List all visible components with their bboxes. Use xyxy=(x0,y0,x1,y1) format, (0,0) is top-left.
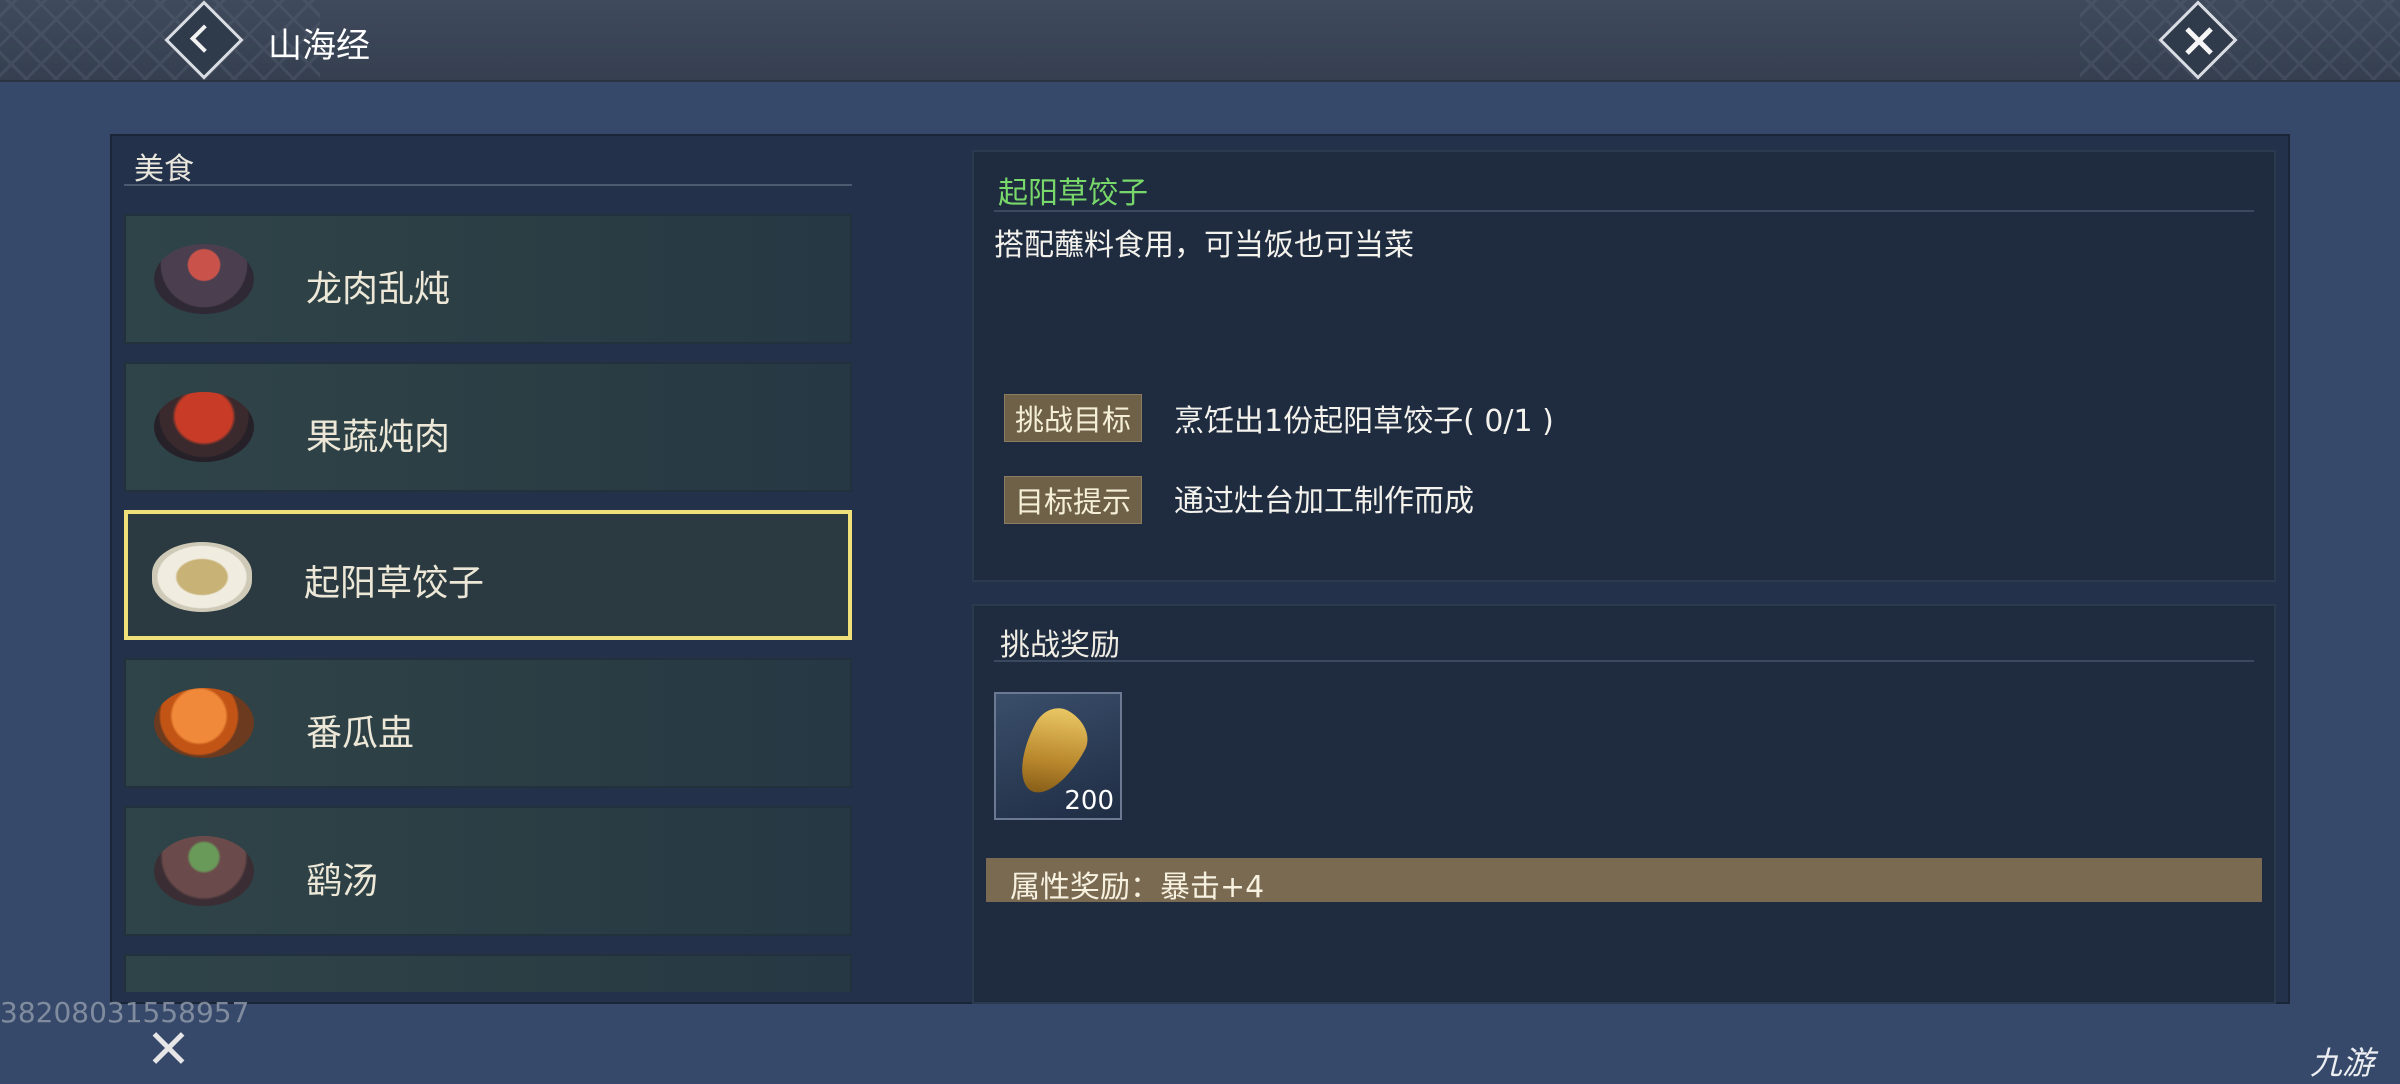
meat-bowl-icon xyxy=(154,392,254,462)
attribute-bar: 属性奖励：暴击+4 xyxy=(986,858,2262,905)
divider xyxy=(994,660,2254,662)
hint-tag: 目标提示 xyxy=(1004,476,1143,524)
chevron-left-icon xyxy=(189,24,219,53)
dish-item-3[interactable]: 番瓜盅 xyxy=(124,658,852,788)
pumpkin-dish-icon xyxy=(154,688,254,758)
detail-panel: 起阳草饺子 搭配蘸料食用，可当饭也可当菜 挑战目标 烹饪出1份起阳草饺子( 0/… xyxy=(972,150,2276,582)
site-logo: 九游 xyxy=(2309,1044,2374,1082)
reward-panel: 挑战奖励 200 属性奖励：暴击+4 xyxy=(972,604,2276,1004)
dish-item-1[interactable]: 果蔬炖肉 xyxy=(124,362,852,492)
dish-name: 果蔬炖肉 xyxy=(306,417,451,458)
page-title: 山海经 xyxy=(268,26,370,66)
dish-name: 龙肉乱炖 xyxy=(306,269,451,310)
close-icon[interactable] xyxy=(148,1028,188,1068)
dish-name: 番瓜盅 xyxy=(306,713,415,754)
stew-bowl-icon xyxy=(154,244,254,314)
top-bar: 山海经 xyxy=(0,0,2400,82)
decorative-pattern xyxy=(2080,0,2400,80)
goal-text: 烹饪出1份起阳草饺子( 0/1 ) xyxy=(1174,404,1554,439)
divider xyxy=(994,210,2254,212)
dish-item-2-selected[interactable]: 起阳草饺子 xyxy=(124,510,852,640)
dish-name: 鹞汤 xyxy=(306,861,379,902)
reward-item-slot[interactable]: 200 xyxy=(994,692,1122,820)
dumpling-plate-icon xyxy=(152,542,252,612)
dish-list[interactable]: 龙肉乱炖 果蔬炖肉 起阳草饺子 番瓜盅 鹞汤 xyxy=(124,214,852,992)
soup-pot-icon xyxy=(154,836,254,906)
detail-title: 起阳草饺子 xyxy=(998,176,1148,211)
dish-name: 起阳草饺子 xyxy=(304,563,485,604)
goal-tag: 挑战目标 xyxy=(1004,394,1143,442)
detail-description: 搭配蘸料食用，可当饭也可当菜 xyxy=(994,228,1414,263)
category-label: 美食 xyxy=(134,152,194,187)
dish-item-0[interactable]: 龙肉乱炖 xyxy=(124,214,852,344)
dish-item-4[interactable]: 鹞汤 xyxy=(124,806,852,936)
reward-count: 200 xyxy=(1064,786,1114,816)
attribute-text: 属性奖励：暴击+4 xyxy=(1010,870,1265,905)
category-header: 美食 xyxy=(124,140,852,187)
player-id: 38208031558957 xyxy=(0,996,250,1029)
dish-item-partial[interactable] xyxy=(124,954,852,992)
reward-title: 挑战奖励 xyxy=(1000,628,1120,663)
hint-text: 通过灶台加工制作而成 xyxy=(1174,484,1474,519)
